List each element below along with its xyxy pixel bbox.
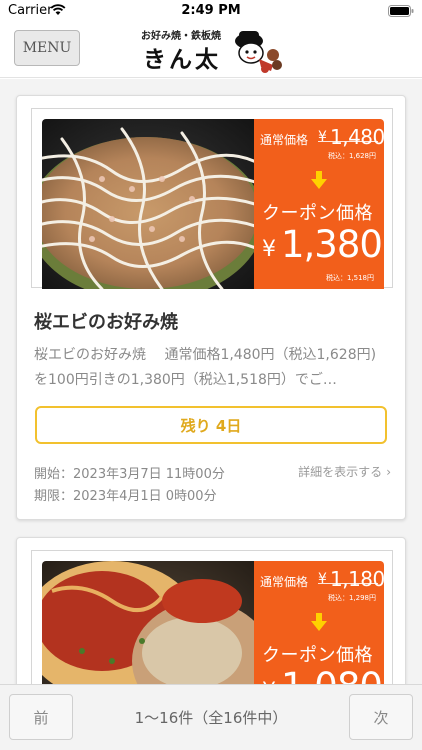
- strikethrough-line: [318, 141, 378, 142]
- remaining-days-badge: 残り 4日: [35, 406, 387, 444]
- regular-price-tax: 税込：1,298円: [327, 594, 376, 602]
- store-logo[interactable]: お好み焼・鉄板焼 きん太: [141, 25, 283, 73]
- chevron-right-icon: ›: [386, 465, 391, 479]
- menu-button[interactable]: MENU: [14, 30, 80, 66]
- coupon-price-currency: ¥: [262, 237, 276, 262]
- mascot-icon: [235, 31, 282, 73]
- coupon-title[interactable]: 桜エビのお好み焼: [34, 308, 178, 334]
- coupon-list[interactable]: 通常価格 ¥ 1,480 税込：1,628円 クーポン価格 ¥ 1,380 税込…: [0, 79, 422, 684]
- coupon-price-label: クーポン価格: [262, 203, 373, 224]
- price-panel: 通常価格 ¥ 1,480 税込：1,628円 クーポン価格 ¥ 1,380 税込…: [254, 119, 385, 289]
- coupon-price-tax: 税込：1,518円: [325, 274, 374, 282]
- show-details-link[interactable]: 詳細を表示する ›: [298, 463, 391, 480]
- logo-name: きん太: [143, 47, 221, 73]
- regular-price-value: 1,480: [330, 125, 385, 149]
- coupon-image[interactable]: 通常価格 ¥ 1,480 税込：1,628円 クーポン価格 ¥ 1,380 税込…: [31, 108, 393, 289]
- coupon-price-value: 1,080: [281, 665, 383, 684]
- coupon-card[interactable]: 通常価格 ¥ 1,180 税込：1,298円 クーポン価格 ¥ 1,080: [16, 537, 406, 684]
- regular-price-label: 通常価格: [260, 133, 309, 147]
- down-arrow-icon: [311, 613, 327, 631]
- clock: 2:49 PM: [181, 3, 241, 18]
- coupon-card[interactable]: 通常価格 ¥ 1,480 税込：1,628円 クーポン価格 ¥ 1,380 税込…: [16, 95, 406, 520]
- regular-price-currency: ¥: [318, 129, 327, 145]
- coupon-description: 桜エビのお好み焼 通常価格1,480円（税込1,628円)を100円引きの1,3…: [34, 347, 377, 388]
- show-details-label: 詳細を表示する: [298, 465, 383, 479]
- status-bar: Carrier 2:49 PM: [0, 0, 422, 22]
- next-page-button[interactable]: 次: [349, 694, 413, 740]
- price-panel: 通常価格 ¥ 1,180 税込：1,298円 クーポン価格 ¥ 1,080: [254, 561, 385, 684]
- okonomiyaki-photo: [42, 119, 254, 289]
- pagination-bar: 前 1〜16件（全16件中） 次: [0, 684, 422, 750]
- okonomiyaki-photo: [42, 561, 254, 684]
- coupon-price-value: 1,380: [281, 223, 383, 266]
- regular-price-label: 通常価格: [260, 575, 309, 589]
- coupon-end-date: 期限：2023年4月1日 0時00分: [34, 489, 217, 504]
- regular-price-tax: 税込：1,628円: [327, 152, 376, 160]
- regular-price-currency: ¥: [318, 571, 327, 587]
- battery-icon: [388, 5, 414, 17]
- coupon-start-date: 開始：2023年3月7日 11時00分: [34, 467, 225, 482]
- app-header: MENU お好み焼・鉄板焼 きん太: [0, 22, 422, 78]
- strikethrough-line: [318, 583, 378, 584]
- coupon-price-label: クーポン価格: [262, 645, 373, 666]
- down-arrow-icon: [311, 171, 327, 189]
- coupon-image[interactable]: 通常価格 ¥ 1,180 税込：1,298円 クーポン価格 ¥ 1,080: [31, 550, 393, 684]
- regular-price-value: 1,180: [330, 567, 385, 591]
